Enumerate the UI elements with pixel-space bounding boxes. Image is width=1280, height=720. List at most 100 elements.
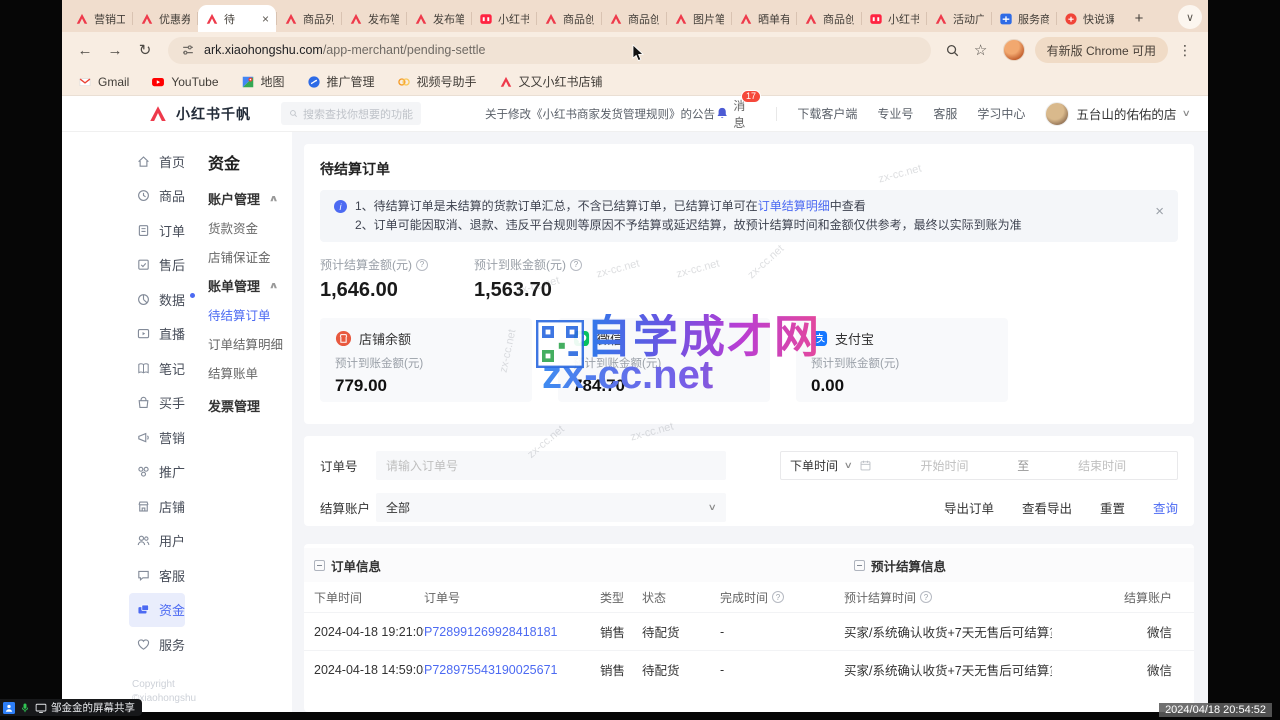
- sidebar-item-marketing[interactable]: 营销: [136, 420, 196, 455]
- collapse-icon[interactable]: [854, 560, 865, 571]
- browser-tab[interactable]: 快说课: [1057, 5, 1121, 32]
- back-button[interactable]: ←: [72, 37, 98, 63]
- order-number-link[interactable]: P728991269928418181: [424, 625, 600, 639]
- end-time-input[interactable]: 结束时间: [1036, 457, 1168, 474]
- sidebar-item-label: 数据: [159, 290, 185, 309]
- bookmark-item[interactable]: 视频号助手: [397, 73, 477, 90]
- info-icon[interactable]: ?: [772, 591, 784, 603]
- tab-close-icon[interactable]: ×: [262, 13, 269, 25]
- sidebar-item-orders[interactable]: 订单: [136, 213, 196, 248]
- cs-icon: [136, 568, 151, 583]
- sidebar-item-promotion[interactable]: 推广: [136, 455, 196, 490]
- forward-button[interactable]: →: [102, 37, 128, 63]
- finance-menu-item[interactable]: 账单管理∨: [208, 271, 292, 300]
- finance-menu-item[interactable]: 发票管理: [208, 391, 292, 420]
- browser-tab[interactable]: 小红书: [862, 5, 926, 32]
- view-export-button[interactable]: 查看导出: [1022, 498, 1072, 517]
- order-number-link[interactable]: P728975543190025671: [424, 663, 600, 677]
- sidebar-item-aftersale[interactable]: 售后: [136, 248, 196, 283]
- sidebar-item-label: 用户: [159, 531, 185, 550]
- browser-tab[interactable]: 商品创: [537, 5, 601, 32]
- browser-tab[interactable]: 优惠券: [133, 5, 197, 32]
- header-link[interactable]: 学习中心: [977, 105, 1025, 122]
- finance-menu-item[interactable]: 订单结算明细: [208, 329, 292, 358]
- info-icon[interactable]: ?: [416, 259, 428, 271]
- bookmark-item[interactable]: YouTube: [151, 75, 218, 89]
- browser-tab[interactable]: 商品创: [797, 5, 861, 32]
- sidebar-item-service[interactable]: 客服: [136, 558, 196, 593]
- order-no-input[interactable]: 请输入订单号: [376, 451, 726, 480]
- bookmark-label: 视频号助手: [417, 73, 477, 90]
- bookmark-item[interactable]: 推广管理: [307, 73, 375, 90]
- notice-close-icon[interactable]: ×: [1155, 204, 1164, 219]
- order-no-label: 订单号: [320, 456, 376, 475]
- sidebar-item-notes[interactable]: 笔记: [136, 351, 196, 386]
- announcement-link[interactable]: 关于修改《小红书商家发货管理规则》的公告: [485, 106, 715, 122]
- browser-tab[interactable]: 商品创: [602, 5, 666, 32]
- sidebar-item-finance[interactable]: 资金: [129, 593, 185, 628]
- sidebar-item-label: 首页: [159, 152, 185, 171]
- app-logo[interactable]: 小红书千帆: [148, 104, 251, 124]
- sidebar-item-users[interactable]: 用户: [136, 524, 196, 559]
- search-icon[interactable]: [941, 38, 965, 62]
- header-link[interactable]: 下载客户端: [797, 105, 857, 122]
- info-icon[interactable]: ?: [920, 591, 932, 603]
- sidebar-item-shop[interactable]: 店铺: [136, 489, 196, 524]
- store-switcher[interactable]: 五台山的佑佑的店 ∨: [1045, 102, 1190, 126]
- browser-tab[interactable]: 晒单有: [732, 5, 796, 32]
- url-bar[interactable]: ark.xiaohongshu.com/app-merchant/pending…: [168, 37, 931, 64]
- browser-tab[interactable]: 发布笔: [342, 5, 406, 32]
- new-tab-button[interactable]: +: [1129, 10, 1149, 27]
- time-type-select[interactable]: 下单时间: [790, 457, 838, 474]
- store-avatar: [1045, 102, 1069, 126]
- finance-menu-item[interactable]: 货款资金: [208, 213, 292, 242]
- reload-button[interactable]: ↻: [132, 37, 158, 63]
- notification-dot: [190, 293, 195, 298]
- bookmark-item[interactable]: 地图: [241, 73, 285, 90]
- tab-search-chevron-icon[interactable]: ∨: [1178, 5, 1202, 29]
- date-range-picker[interactable]: 下单时间 ∨ 开始时间 至 结束时间: [780, 451, 1178, 480]
- finance-menu-item[interactable]: 结算账单: [208, 358, 292, 387]
- info-icon[interactable]: ?: [570, 259, 582, 271]
- sidebar-item-data[interactable]: 数据: [136, 282, 196, 317]
- finance-menu-item[interactable]: 账户管理∨: [208, 184, 292, 213]
- summary-value: 1,646.00: [320, 279, 428, 302]
- header-link[interactable]: 专业号: [877, 105, 913, 122]
- query-button[interactable]: 查询: [1153, 498, 1178, 517]
- sidebar-item-servicemarket[interactable]: 服务: [136, 627, 196, 662]
- browser-tab[interactable]: 商品列: [277, 5, 341, 32]
- bookmark-label: 又又小红书店铺: [519, 73, 603, 90]
- browser-tab[interactable]: 图片笔: [667, 5, 731, 32]
- bookmark-star-icon[interactable]: ☆: [969, 38, 993, 62]
- sidebar-item-live[interactable]: 直播: [136, 317, 196, 352]
- settle-detail-link[interactable]: 订单结算明细: [758, 199, 830, 213]
- finance-menu-item[interactable]: 店铺保证金: [208, 242, 292, 271]
- bookmark-item[interactable]: Gmail: [78, 75, 129, 89]
- browser-menu-icon[interactable]: ⋮: [1172, 42, 1198, 59]
- browser-tab[interactable]: 营销工: [68, 5, 132, 32]
- account-header: 支付宝: [811, 329, 993, 348]
- finance-menu-item[interactable]: 待结算订单: [208, 300, 292, 329]
- sidebar-item-buyer[interactable]: 买手: [136, 386, 196, 421]
- browser-tab[interactable]: 待×: [198, 5, 276, 32]
- browser-tab[interactable]: 小红书: [472, 5, 536, 32]
- bookmark-item[interactable]: 又又小红书店铺: [499, 73, 603, 90]
- collapse-icon[interactable]: [314, 560, 325, 571]
- sidebar-item-goods[interactable]: 商品: [136, 179, 196, 214]
- messages-button[interactable]: 消息 17: [715, 97, 756, 131]
- export-button[interactable]: 导出订单: [944, 498, 994, 517]
- mic-icon: [19, 702, 31, 714]
- start-time-input[interactable]: 开始时间: [879, 457, 1011, 474]
- browser-tab[interactable]: 发布笔: [407, 5, 471, 32]
- reset-button[interactable]: 重置: [1100, 498, 1125, 517]
- header-link[interactable]: 客服: [933, 105, 957, 122]
- browser-tab[interactable]: 活动广: [927, 5, 991, 32]
- browser-tab[interactable]: 服务商: [992, 5, 1056, 32]
- browser-profile-avatar[interactable]: [1003, 39, 1025, 61]
- sidebar-item-home[interactable]: 首页: [136, 144, 196, 179]
- screen-share-indicator[interactable]: 邹金金的屏幕共享: [0, 699, 142, 716]
- function-search-input[interactable]: 搜索查找你想要的功能: [281, 102, 421, 125]
- chrome-update-button[interactable]: 有新版 Chrome 可用: [1035, 37, 1168, 63]
- url-text: ark.xiaohongshu.com/app-merchant/pending…: [204, 43, 485, 57]
- account-select[interactable]: 全部 ∨: [376, 493, 726, 522]
